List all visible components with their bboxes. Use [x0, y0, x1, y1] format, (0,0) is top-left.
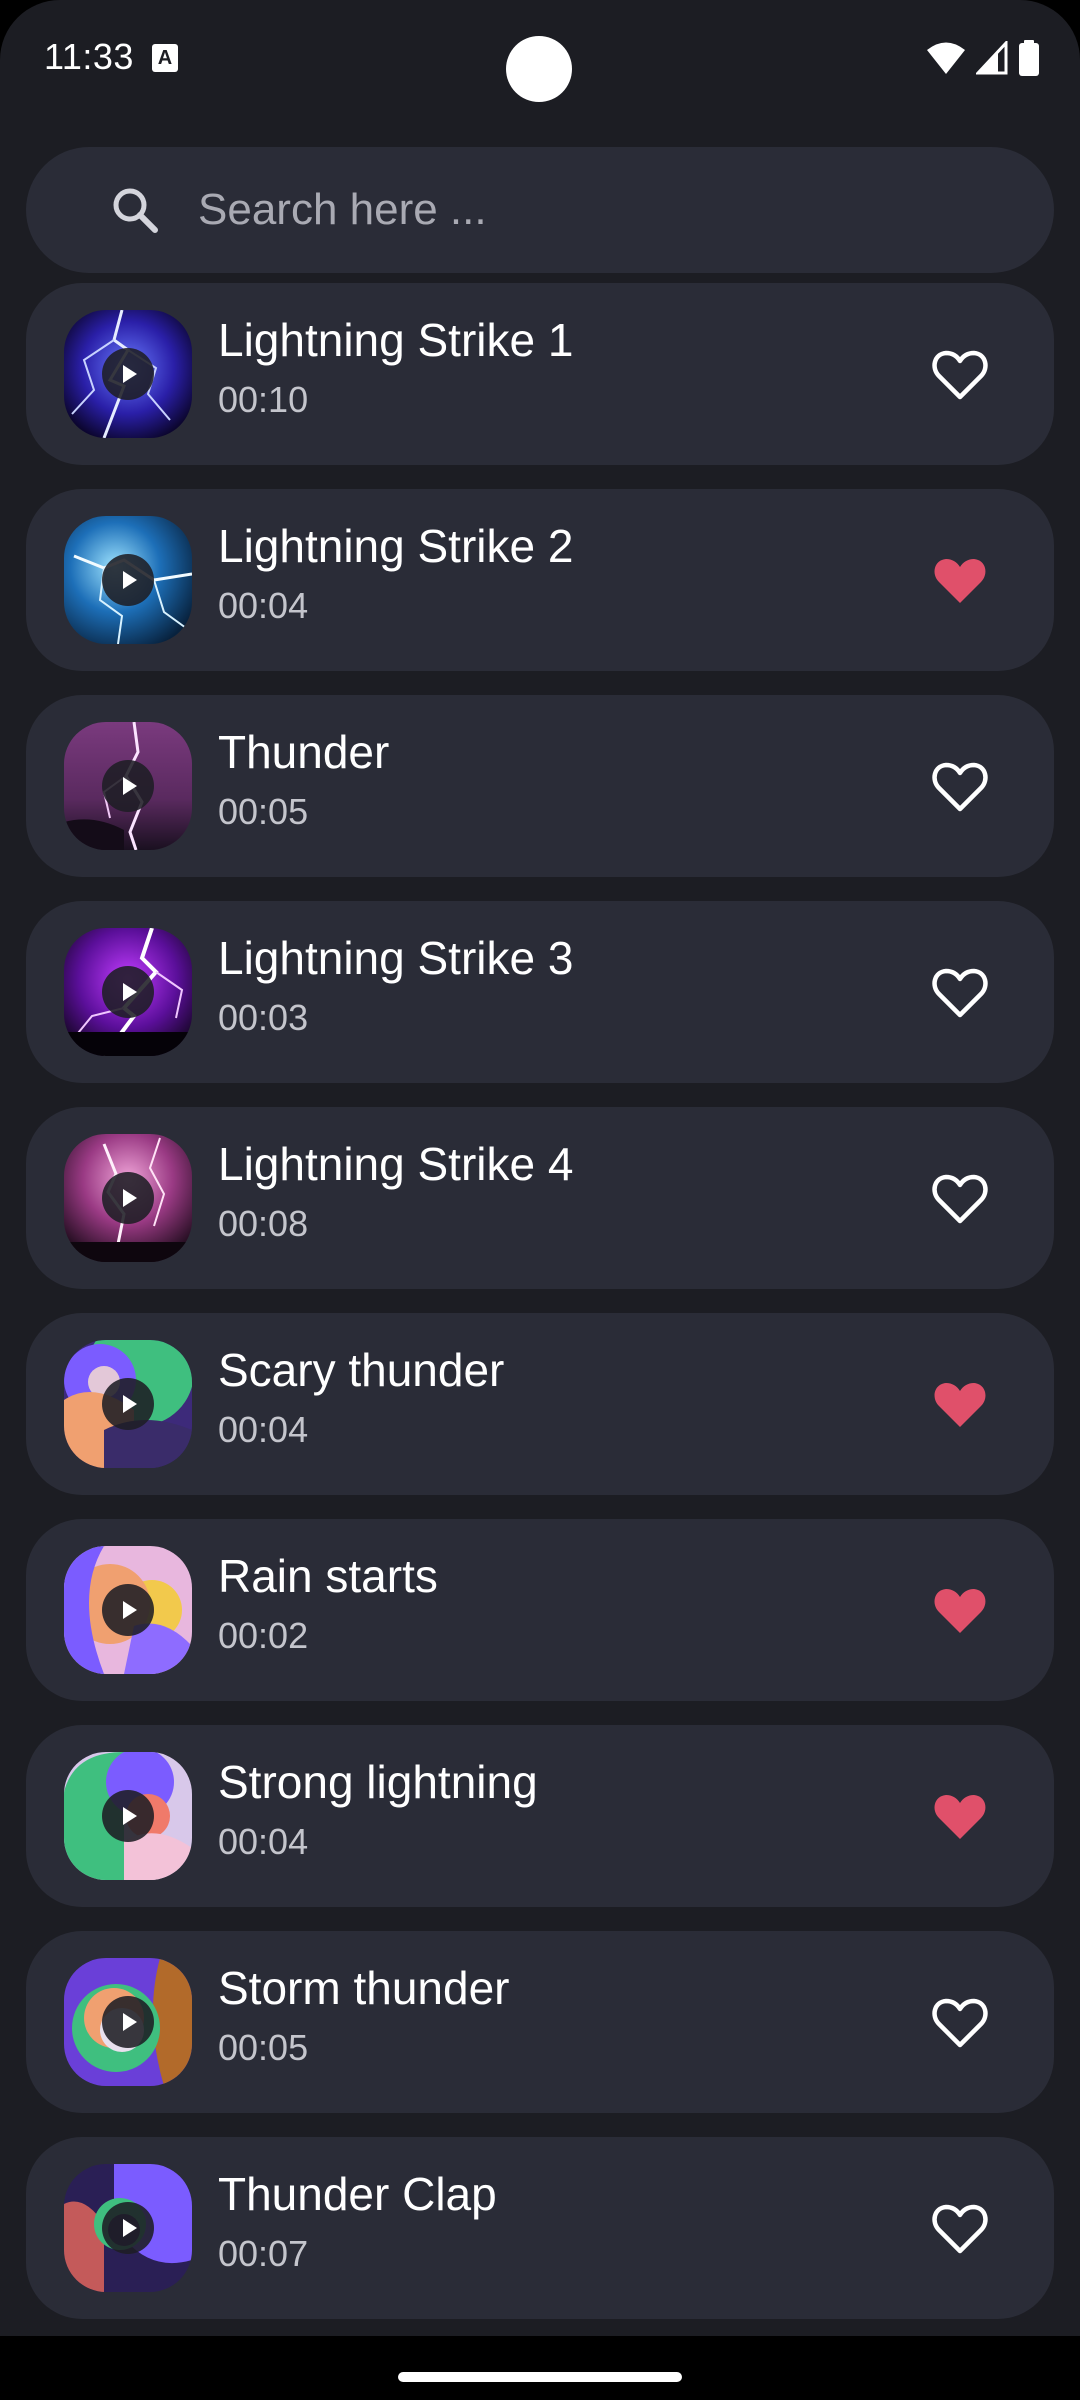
play-button[interactable] [102, 1584, 154, 1636]
sound-list-item[interactable]: Lightning Strike 1 00:10 [26, 283, 1054, 465]
home-indicator[interactable] [398, 2372, 682, 2382]
sound-duration: 00:05 [218, 791, 309, 832]
sound-duration: 00:05 [218, 2027, 309, 2068]
sound-thumbnail [64, 516, 192, 644]
sound-list-item[interactable]: Lightning Strike 3 00:03 [26, 901, 1054, 1083]
sound-thumbnail [64, 2164, 192, 2292]
sound-list-item[interactable]: Rain starts 00:02 [26, 1519, 1054, 1701]
sound-thumbnail [64, 1134, 192, 1262]
sound-title: Strong lightning [218, 1756, 538, 1808]
favorite-button[interactable] [930, 1787, 990, 1847]
sound-title: Thunder [218, 726, 390, 778]
play-icon [123, 1189, 137, 1207]
heart-filled-icon [934, 1383, 986, 1427]
sound-duration: 00:03 [218, 997, 309, 1038]
play-icon [123, 1601, 137, 1619]
sound-duration: 00:02 [218, 1615, 309, 1656]
play-icon [123, 1807, 137, 1825]
a-icon: A [152, 44, 178, 72]
status-bar: 11:33 A [0, 0, 1080, 120]
heart-outline-icon [932, 350, 988, 400]
sound-list-item[interactable]: Thunder Clap 00:07 [26, 2137, 1054, 2319]
search-bar[interactable] [26, 147, 1054, 273]
sound-title: Lightning Strike 4 [218, 1138, 574, 1190]
sound-list-item[interactable]: Lightning Strike 4 00:08 [26, 1107, 1054, 1289]
sound-list: Lightning Strike 1 00:10 Lightning Strik… [26, 283, 1054, 2343]
play-button[interactable] [102, 1996, 154, 2048]
favorite-button[interactable] [930, 757, 990, 817]
play-icon [123, 365, 137, 383]
play-icon [123, 777, 137, 795]
sound-thumbnail [64, 1546, 192, 1674]
phone-screen: 11:33 A Search here ... Lightning Strike… [0, 0, 1080, 2400]
play-icon [123, 2013, 137, 2031]
sound-title: Lightning Strike 2 [218, 520, 574, 572]
battery-icon [1019, 40, 1039, 76]
play-button[interactable] [102, 2202, 154, 2254]
sound-title: Lightning Strike 1 [218, 314, 574, 366]
sound-duration: 00:10 [218, 379, 309, 420]
sound-duration: 00:04 [218, 1409, 309, 1450]
wifi-icon [927, 42, 965, 74]
status-icons [926, 36, 1040, 80]
sound-thumbnail [64, 1340, 192, 1468]
sound-list-item[interactable]: Strong lightning 00:04 [26, 1725, 1054, 1907]
status-time: 11:33 [44, 36, 134, 77]
camera-cutout [506, 36, 572, 102]
play-button[interactable] [102, 1172, 154, 1224]
sound-title: Scary thunder [218, 1344, 505, 1396]
play-button[interactable] [102, 760, 154, 812]
sound-duration: 00:04 [218, 1821, 309, 1862]
heart-outline-icon [932, 762, 988, 812]
play-button[interactable] [102, 554, 154, 606]
sound-duration: 00:08 [218, 1203, 309, 1244]
play-icon [123, 571, 137, 589]
sound-list-item[interactable]: Thunder 00:05 [26, 695, 1054, 877]
sound-thumbnail [64, 1752, 192, 1880]
sound-title: Rain starts [218, 1550, 438, 1602]
heart-filled-icon [934, 1589, 986, 1633]
sound-duration: 00:07 [218, 2233, 309, 2274]
sound-list-item[interactable]: Lightning Strike 2 00:04 [26, 489, 1054, 671]
play-button[interactable] [102, 1790, 154, 1842]
sound-title: Lightning Strike 3 [218, 932, 574, 984]
heart-outline-icon [932, 1998, 988, 2048]
sound-duration: 00:04 [218, 585, 309, 626]
sound-thumbnail [64, 310, 192, 438]
sound-thumbnail [64, 1958, 192, 2086]
heart-outline-icon [932, 2204, 988, 2254]
sound-thumbnail [64, 722, 192, 850]
sound-list-item[interactable]: Scary thunder 00:04 [26, 1313, 1054, 1495]
heart-outline-icon [932, 1174, 988, 1224]
favorite-button[interactable] [930, 1581, 990, 1641]
favorite-button[interactable] [930, 2199, 990, 2259]
navigation-bar [0, 2336, 1080, 2400]
favorite-button[interactable] [930, 1375, 990, 1435]
favorite-button[interactable] [930, 551, 990, 611]
play-icon [123, 1395, 137, 1413]
heart-filled-icon [934, 1795, 986, 1839]
heart-filled-icon [934, 559, 986, 603]
sound-list-item[interactable]: Storm thunder 00:05 [26, 1931, 1054, 2113]
sound-title: Thunder Clap [218, 2168, 497, 2220]
favorite-button[interactable] [930, 1993, 990, 2053]
sound-title: Storm thunder [218, 1962, 510, 2014]
play-button[interactable] [102, 966, 154, 1018]
signal-icon [976, 41, 1008, 75]
play-icon [123, 983, 137, 1001]
search-input[interactable] [198, 147, 1018, 273]
play-icon [123, 2219, 137, 2237]
play-button[interactable] [102, 1378, 154, 1430]
heart-outline-icon [932, 968, 988, 1018]
sound-thumbnail [64, 928, 192, 1056]
play-button[interactable] [102, 348, 154, 400]
favorite-button[interactable] [930, 963, 990, 1023]
search-icon [113, 188, 158, 233]
favorite-button[interactable] [930, 345, 990, 405]
favorite-button[interactable] [930, 1169, 990, 1229]
